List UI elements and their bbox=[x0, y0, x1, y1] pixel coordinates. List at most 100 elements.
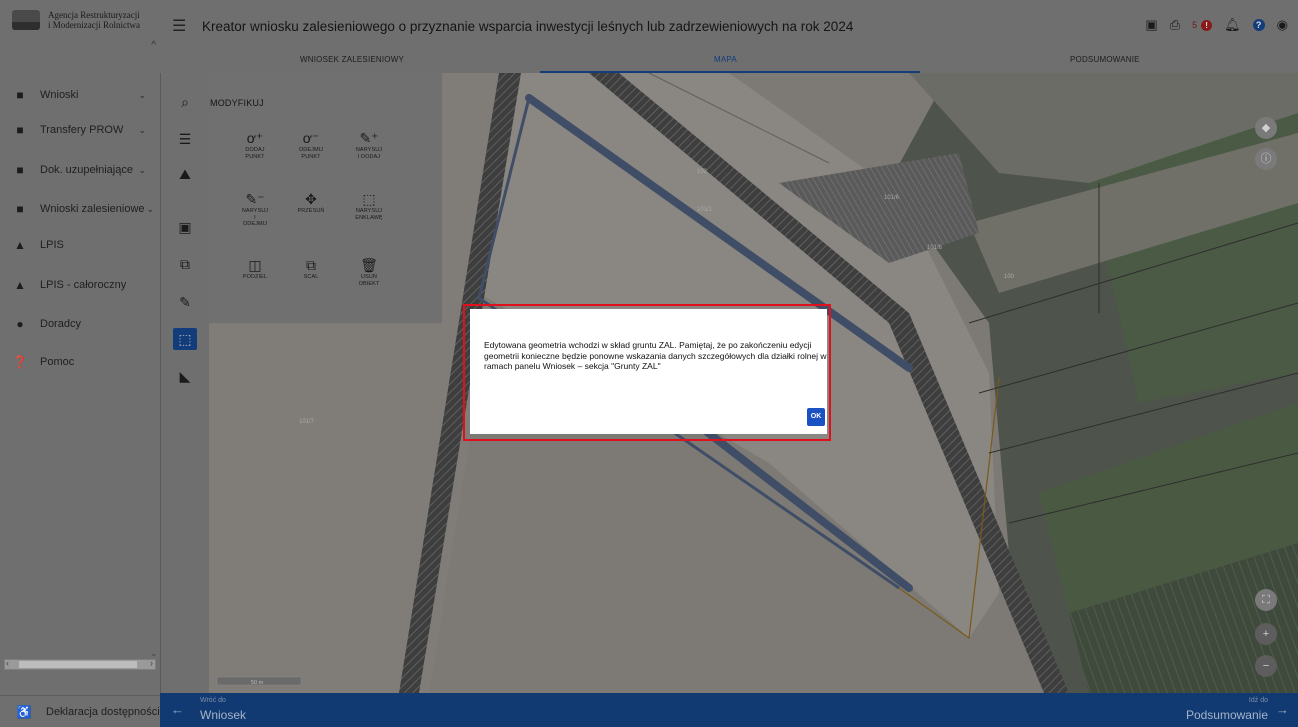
tool-label: ODEJMIJ PUNKT bbox=[298, 147, 324, 160]
hamburger-menu-icon[interactable]: ☰ bbox=[172, 16, 186, 36]
sidebar-item-pomoc[interactable]: ❓ Pomoc bbox=[0, 343, 160, 381]
draw-enclave-button[interactable]: ⬚ NARYSUJ ENKLAWĘ bbox=[342, 190, 396, 221]
ok-button[interactable]: OK bbox=[807, 408, 825, 426]
parcel-label: 103/1 bbox=[697, 207, 713, 213]
accessibility-label: Deklaracja dostępności bbox=[46, 705, 160, 718]
document-icon: ■ bbox=[16, 163, 24, 177]
help-icon: ❓ bbox=[12, 355, 28, 369]
document-icon: ■ bbox=[16, 202, 24, 216]
split-icon: ◫ bbox=[248, 257, 262, 273]
modify-tool-icon[interactable]: ⬚ bbox=[173, 328, 197, 350]
parcel-label: 100 bbox=[1004, 274, 1015, 280]
bottom-navigation: ← Wróć do Wniosek Idź do Podsumowanie → bbox=[160, 693, 1298, 727]
accessibility-icon: ♿ bbox=[16, 704, 32, 719]
tab-wniosek-zalesieniowy[interactable]: WNIOSEK ZALESIENIOWY bbox=[300, 55, 404, 64]
pencil-icon[interactable]: ✎ bbox=[173, 291, 197, 313]
copy-geometry-icon[interactable]: ⧉ bbox=[173, 253, 197, 275]
save-icon[interactable]: ▣ bbox=[1145, 17, 1157, 33]
split-button[interactable]: ◫ PODZIEL bbox=[228, 256, 282, 281]
tool-label: NARYSUJ ENKLAWĘ bbox=[355, 208, 383, 221]
sidebar-item-lpis-caloroczny[interactable]: ▲ LPIS - całoroczny bbox=[0, 266, 160, 304]
back-hint: Wróć do bbox=[200, 697, 226, 704]
back-link[interactable]: Wniosek bbox=[200, 708, 246, 722]
sidebar-item-wnioski-zalesieniowe[interactable]: ■ Wnioski zalesieniowe ⌄ bbox=[0, 190, 160, 228]
layers-icon[interactable]: ◆ bbox=[1255, 117, 1277, 139]
tool-label: NARYSUJ I ODEJMIJ bbox=[241, 208, 269, 227]
accessibility-declaration-link[interactable]: ♿ Deklaracja dostępności bbox=[0, 695, 160, 727]
search-icon[interactable]: ⌕ bbox=[173, 91, 197, 113]
account-icon[interactable]: ◉ bbox=[1277, 17, 1288, 33]
print-icon[interactable]: ⎙ bbox=[1170, 17, 1180, 33]
dialog-message: Edytowana geometria wchodzi w skład grun… bbox=[484, 340, 827, 371]
next-link[interactable]: Podsumowanie bbox=[1186, 708, 1268, 722]
arrow-left-icon[interactable]: ← bbox=[171, 702, 184, 717]
merge-button[interactable]: ⧉ SCAL bbox=[284, 256, 338, 281]
delete-object-button[interactable]: 🗑︎ USUŃ OBIEKT bbox=[342, 256, 396, 287]
document-icon: ■ bbox=[16, 123, 24, 137]
map-scale-label: 50 m bbox=[251, 680, 264, 686]
zoom-out-icon[interactable]: − bbox=[1255, 655, 1277, 677]
modify-panel-title: MODYFIKUJ bbox=[210, 98, 264, 108]
delete-icon: 🗑︎ bbox=[360, 257, 378, 273]
sidebar-item-label: Pomoc bbox=[40, 356, 75, 368]
chevron-down-icon: ⌄ bbox=[146, 203, 154, 214]
document-icon: ■ bbox=[16, 88, 24, 102]
sidebar-item-label: LPIS - całoroczny bbox=[40, 279, 127, 291]
tool-label: USUŃ OBIEKT bbox=[358, 274, 380, 287]
modify-panel: MODYFIKUJ ơ⁺ DODAJ PUNKT ơ⁻ ODEJMIJ PUNK… bbox=[209, 73, 442, 323]
bell-icon[interactable]: 🔔︎ bbox=[1224, 17, 1241, 33]
measure-icon[interactable]: ◣ bbox=[173, 365, 197, 387]
sidebar-item-label: LPIS bbox=[40, 239, 64, 251]
sidebar-item-wnioski[interactable]: ■ Wnioski ⌄ bbox=[0, 76, 160, 114]
draw-subtract-icon: ✎⁻ bbox=[245, 191, 265, 207]
next-hint: Idź do bbox=[1248, 697, 1268, 704]
arimr-logo[interactable]: Agencja Restrukturyzacji i Modernizacji … bbox=[0, 0, 160, 40]
tab-mapa[interactable]: MAPA bbox=[714, 55, 737, 64]
zoom-in-icon[interactable]: + bbox=[1255, 623, 1277, 645]
scrollbar-thumb[interactable] bbox=[19, 661, 137, 668]
remove-point-button[interactable]: ơ⁻ ODEJMIJ PUNKT bbox=[284, 129, 338, 160]
map-tool-column: ⌕ ☰ ⛰ ▣ ⧉ ✎ ⬚ ◣ bbox=[160, 73, 209, 693]
help-icon[interactable]: ? bbox=[1252, 19, 1265, 31]
chevron-down-icon: ⌄ bbox=[138, 124, 146, 135]
select-icon[interactable]: ▣ bbox=[173, 216, 197, 238]
header-icons: ▣ ⎙ 5 ! 🔔︎ ? ◉ bbox=[1145, 17, 1288, 33]
tab-bar: WNIOSEK ZALESIENIOWY MAPA PODSUMOWANIE bbox=[160, 48, 1298, 73]
sidebar-item-doradcy[interactable]: ● Doradcy bbox=[0, 305, 160, 343]
scroll-right-icon[interactable]: › bbox=[150, 658, 153, 668]
add-point-button[interactable]: ơ⁺ DODAJ PUNKT bbox=[228, 129, 282, 160]
alert-icon[interactable]: ! bbox=[1201, 19, 1213, 31]
move-button[interactable]: ✥ PRZESUŃ bbox=[284, 190, 338, 215]
warning-dialog: Edytowana geometria wchodzi w skład grun… bbox=[470, 309, 827, 434]
info-icon[interactable]: ⓘ bbox=[1255, 148, 1277, 170]
add-point-icon: ơ⁺ bbox=[246, 130, 264, 146]
draw-add-button[interactable]: ✎⁺ NARYSUJ I DODAJ bbox=[342, 129, 396, 160]
logo-icon bbox=[12, 10, 40, 30]
logo-text-line1: Agencja Restrukturyzacji bbox=[48, 10, 140, 20]
list-icon[interactable]: ☰ bbox=[173, 128, 197, 150]
move-icon: ✥ bbox=[305, 191, 317, 207]
draw-subtract-button[interactable]: ✎⁻ NARYSUJ I ODEJMIJ bbox=[228, 190, 282, 228]
person-icon: ● bbox=[16, 317, 24, 331]
fullscreen-icon[interactable]: ⛶ bbox=[1255, 589, 1277, 611]
sidebar-item-label: Wnioski zalesieniowe bbox=[40, 203, 145, 215]
sidebar-scroll-up-icon[interactable]: ^ bbox=[151, 40, 156, 51]
draw-enclave-icon: ⬚ bbox=[362, 191, 376, 207]
sidebar-item-label: Dok. uzupełniające bbox=[40, 164, 133, 176]
sidebar-horizontal-scrollbar[interactable]: ‹ › bbox=[4, 658, 156, 670]
mountain-icon: ▲ bbox=[14, 238, 26, 252]
sidebar-item-dok-uzupelniajace[interactable]: ■ Dok. uzupełniające ⌄ bbox=[0, 151, 160, 189]
arrow-right-icon[interactable]: → bbox=[1276, 702, 1289, 717]
tool-label: NARYSUJ I DODAJ bbox=[355, 147, 383, 160]
app-sidebar: Agencja Restrukturyzacji i Modernizacji … bbox=[0, 0, 160, 727]
chevron-down-icon: ⌄ bbox=[138, 164, 146, 175]
sidebar-item-transfery-prow[interactable]: ■ Transfery PROW ⌄ bbox=[0, 111, 160, 149]
parcel-label: 102 bbox=[697, 169, 708, 175]
layers-tree-icon[interactable]: ⛰ bbox=[173, 163, 197, 185]
chevron-down-icon: ⌄ bbox=[138, 89, 146, 100]
scroll-left-icon[interactable]: ‹ bbox=[6, 658, 9, 668]
notification-count[interactable]: 5 bbox=[1192, 20, 1197, 30]
sidebar-item-lpis[interactable]: ▲ LPIS bbox=[0, 226, 160, 264]
tool-label: DODAJ PUNKT bbox=[245, 147, 265, 160]
tab-podsumowanie[interactable]: PODSUMOWANIE bbox=[1070, 55, 1140, 64]
